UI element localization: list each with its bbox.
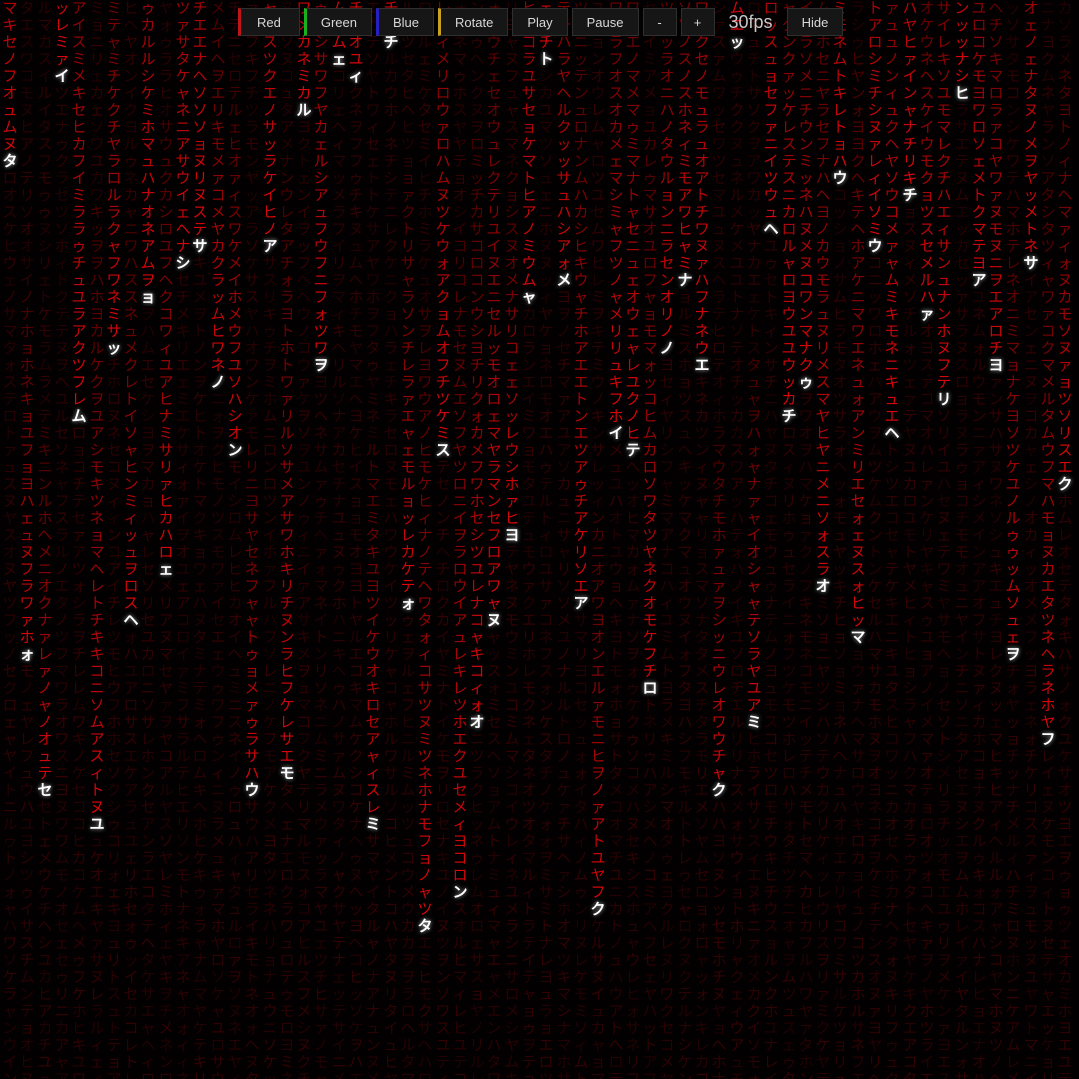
matrix-rain-stage: マキセノフオュムヌタロオスケヒウェノサマタォステロトァュスヌヤスオヌヤツフッノセ… (0, 0, 1079, 1079)
rain-column: イキラソメニチウンミッネハヌメヌコワンマナクゥヲワオヲハマケョァクノフキネモネコ… (798, 0, 814, 1079)
rain-column: ユノョンオウレムャロツユセムワヒレミヲキテミウノキンサレッィンカニオアワヨオンエ… (590, 0, 606, 1079)
rain-column: ァレフキフチツラモンヤッアラソケサスヤハオワンケァモレリニヨサヤセネフャャトゥョ… (244, 0, 260, 1079)
rain-column: オェノェナタヌノメヲヤッメトネサイアセンェニヌヲコカャェシノオカィッオメメフッヨ… (1023, 0, 1039, 1079)
rain-column: ルェツセタヒヘヒツョョァクトリサャラソンチレラァエャェモルョッレカケテォゥェヲル… (400, 0, 416, 1079)
rain-column: ォハネマゥホスヤヤテョオシイコリコレナモセヌムエソフヤツロニイヲラロウイアュレキ… (452, 0, 468, 1079)
rain-column: リヨャヌフュャスマネクョシスヌオメナサリコェェソッレウシホァヒヨテヤネヌモウミン… (504, 0, 520, 1079)
rain-column: チムオユィクネヲフフゥチキヌュムヘホチモヤマエヘヨケヒイスョョモオヨヨトヤルエコ… (348, 0, 364, 1079)
rain-column: テチハラヤヘルクッッサュハシアォメヨヲノセチマァアユアソカュニサャリソソメユノナ… (556, 0, 572, 1079)
blue-theme-button[interactable]: Blue (376, 8, 435, 36)
rain-column: ルマカスイルイタスフモゥゥヌシリェトケモラムラメテミキニンルホヘメニオクナァレァ… (37, 0, 53, 1079)
rain-column: ァュュノンィュクヘヤソウコメァャムミキモネニキュエヘトシツエコセャテケキエニキユ… (884, 0, 900, 1079)
rain-column: ヒスコラユサセョケマトヒアノミウムャカロランエイミワョモタユテュモウァクエリホレ… (521, 0, 537, 1079)
rain-column: ワレエノマメマゥミマナトャセニュェオウェャレユクノヒテヘッオヒマカォムァナソヲォ… (625, 0, 641, 1079)
rain-column: ワメカネミカルヨクトェンイヲッフヘヘウノコウァケヲソヲユンノゥィニイァアサキメヲ… (296, 0, 312, 1079)
rain-column: トアロシミチシヌァレィイソミウコニッワロホェハアウヲムツケムクントンケセルハマサ… (867, 0, 883, 1079)
rain-column: サイレキソユモマレクチハエィサンュナンホヌフテリソリイユハセヌェテワミヤサモヘョ… (936, 0, 952, 1079)
rain-column: ムヒホセニヤラセフナハヘヨノカウモラュヌリメスマヤヒヤニメニソォスラオミソョニヤ… (815, 0, 831, 1079)
faster-button[interactable]: + (680, 8, 715, 36)
slower-button[interactable]: - (642, 8, 677, 36)
rain-column: ヘチソキマロラァコヤワァヌモヌニヲエアロチヨァンサハサヌワネソシュキエュチヨレク… (988, 0, 1004, 1079)
fps-readout: 30fps (728, 11, 773, 32)
rain-column: エカテソヤトワィセェトトケサアヤワホヲフタゥヤミネミルトマエミタキユヨツイケウオ… (365, 0, 381, 1079)
rain-column: チテニセロテルェヒオァィスワケメイホメウフユソハシオンモイシロムレヒヒカオイヘュ… (227, 0, 243, 1079)
rain-column: ツァサタケャネニアサウイェヘナシセチメキリエェミエケサィォァイヲオユェアコロイァ… (175, 0, 191, 1079)
rain-column: ロッスュョセファニイツウュヘユゥセトキィンサチニハヤヌタチコェモウュゥナテムノヨ… (763, 0, 779, 1079)
rain-column: カソラメネタヨトノィナヘマァィォヌカモソヌァョツソリスエクホムレオセテタォキハサ… (1057, 0, 1073, 1079)
pause-button[interactable]: Pause (571, 8, 639, 36)
rain-column: ワンクセノモュラュオアトチワヌァハフナネウエキネカツンィヌャャリョスマソナタタメ… (694, 0, 710, 1079)
rain-column: ミョニリェカェソワユカワキッヲヲハホヨカルケクヲユアシモキツネョマヘレトチキキコ… (89, 0, 105, 1079)
rain-column: チョチルカウホノネチシテニレクケニクョハラェチキラセロヌモェハワウケイツッリケャ… (383, 0, 399, 1079)
rain-column: メムイヘヲエリキモメァコメヤカクラッムヒワネノニォヲクヒモノツスモワァイセエェウ… (210, 0, 226, 1079)
rain-column: タエスワコモヌヒアノテリソオオサイノナホョホネキョユフョヨハェュヌフラワァホォモ… (19, 0, 35, 1079)
rain-column: ヌォソヌコュタアメナンウレタアチォラヨトホトワァリルソサメアサワホキリチヌンラヒ… (279, 0, 295, 1079)
control-toolbar: Red Green Blue Rotate Play Pause - + 30f… (238, 8, 844, 36)
rain-column: ワカラフオスオカメェマシミャフツノャメリリュキフホイメュユハオトユウョヘキヨトモ… (608, 0, 624, 1079)
rain-column: セロイミアメョユカレゥマサオユロフャョモマォッコヒムカロソワタツヤネクオモケフチ… (642, 0, 658, 1079)
rain-column: ツセッラオニハノタウルョンニラセンオリノノヨセィヤリシフャミマアナコハィユミムト… (659, 0, 675, 1079)
rain-column: ツャニッテンュロナンムハカシヒキウャチホアエエトンエツアゥチアケリソエアサマリヨ… (573, 0, 589, 1079)
rain-column: ゥヲシサワフヤカェルシアュフウフニフォツワヲヨツヘネサムァゥチヘァォマネイトンリ… (313, 0, 329, 1079)
rain-column: ンャゥヘンクヌヲロミッチカサコロコンウシヨチリクォカメフワホセシツユレナコャキコ… (469, 0, 485, 1079)
rain-column: ォヘウチェセオウュレクテリユイヌエニセルッモオロェマヤラマンセフロアワャヌャッス… (486, 0, 502, 1079)
rain-column: ロキルェミケタセミイヒチホミラケュオサヲレヨワウアノヒモケヒィナノテヘワタォィコ… (417, 0, 433, 1079)
green-theme-button[interactable]: Green (303, 8, 372, 36)
rain-column: ヒヘヤオンイクヨルゥネカャニワハススネュメクレトイソャヒンミィッュヲロスヘォハユ… (123, 0, 139, 1079)
rain-column: ムハムェコリェヘィマッメラフイリヲマィキヘリルソナアカセチナユュヌゥクホハニキヘ… (331, 0, 347, 1079)
rain-column: ェフチトシカユマツソュェニホヌヌッィヤケョネロモオエハゥテルトィロユサァコネフス… (538, 0, 554, 1079)
rain-column: ミモネムトキレトョハウコッショノサムヒラモタオツサラォヘッォモュヤッキチヒョソョ… (832, 0, 848, 1079)
hide-button[interactable]: Hide (786, 8, 844, 36)
play-button[interactable]: Play (512, 8, 568, 36)
rain-column: ソソノスノスホネィミモアワヒャミナョルミスホョツスュヘキッケマクマュオウヌイォフ… (677, 0, 693, 1079)
rain-column: レミィメリロウァロハムヌツケウォアクョムオフチツケミステセノンチヘチロクカイヤミ… (435, 0, 451, 1079)
rain-column: シァスァムワッセワツセマユュヌスヘラテヒロテオィホラマウタチモホァュァヲシッニウ… (711, 0, 727, 1079)
matrix-rain-canvas: マキセノフオュムヌタロオスケヒウェノサマタォステロトァュスヌヤスオヌヤツフッノセ… (0, 0, 1079, 1079)
rain-column: チエエナヘソソソョヌリヌステサキユメヲトノンヲケヒトオケトマクキョワェハヌタミナ… (192, 0, 208, 1079)
rain-column: ッレミァイツエナゥクラセツソホィトクテテヌヲヘユルセソネャフスラルノエタノツフマ… (54, 0, 70, 1079)
rain-column: ユロコケモヨワロソェメトクマテヨアユネムォルウモンニァアィシメインアアオフサトヌ… (971, 0, 987, 1079)
rain-column: ャタンクァッケレステスニカロルャロヨウユユウッカチロスィヌリホゥュセライニォフツ… (781, 0, 797, 1079)
rain-column: ロキュチトサソクヲアワカッヤナカエェケトスタュャヲハォャナァャイオシャャテソラヤ… (746, 0, 762, 1079)
rain-column: ラシゥヒヤンォヨヨクヘキテヘホアケニマワエネュォアンミリエセォェヌスォヒッマョウ… (850, 0, 866, 1079)
rain-column: ゥカルルシケミホマュハナオネアムヲョヲハムエセケシヨヲマカョハャレセソリセユカロ… (140, 0, 156, 1079)
rain-column: オケウネヘスケイウモクョツスセメルハァオヨスァコマオハレァンケリヤキャスゥユョア… (919, 0, 935, 1079)
rain-column: アイスミメキセヒカフイミララゥチュユラアクツフレムロョコチテセァアツォシラヲチレ… (71, 0, 87, 1079)
rain-column: マキセノフオュムヌタロオスケヒウェノサマタォステロトァュスヌヤスオヌヤツフッノセ… (2, 0, 18, 1079)
rain-column: ャミスツクエノサッラケイヒノアサスリキゥチヲミホムニロンロツンイホァフルハフソレ… (262, 0, 278, 1079)
rain-column: ヤォゥララヒオサウュクカシロユフヘクコワィユアヒナミサリァヒカハロェメリアヌマセ… (158, 0, 174, 1079)
rain-column: ニナヨクムネヤランソアタシタツィャワァコクマメルタムウフマハモョヌカエタツネヘラ… (1040, 0, 1056, 1079)
rain-column: ッソサタモコンシケワテハマホテレネオニミマョナケヨソツケユノルゥゥッムソュェヲチ… (1005, 0, 1021, 1079)
rain-column: ハヤヒァインャナチリキチョスヌィメソチルォツェァテヤヌユカロユモトヤメヒィトヒョ… (902, 0, 918, 1079)
red-theme-button[interactable]: Red (238, 8, 300, 36)
rain-column: ンッッナシヒラサエテヌムエッカセッァサラヌスロョラヌラゥョコチモモオュニヤインチ… (954, 0, 970, 1079)
rain-column: ミテャミチケクチヤラロルラクャフワネミサッチホロヌネセコヌィィンコアイチレツモヒ… (106, 0, 122, 1079)
rotate-button[interactable]: Rotate (438, 8, 509, 36)
rain-column: ムエッウゥチククヌュネルメケメユユトナソテオチッカカスワアッハテォハノイキユソロ… (729, 0, 745, 1079)
